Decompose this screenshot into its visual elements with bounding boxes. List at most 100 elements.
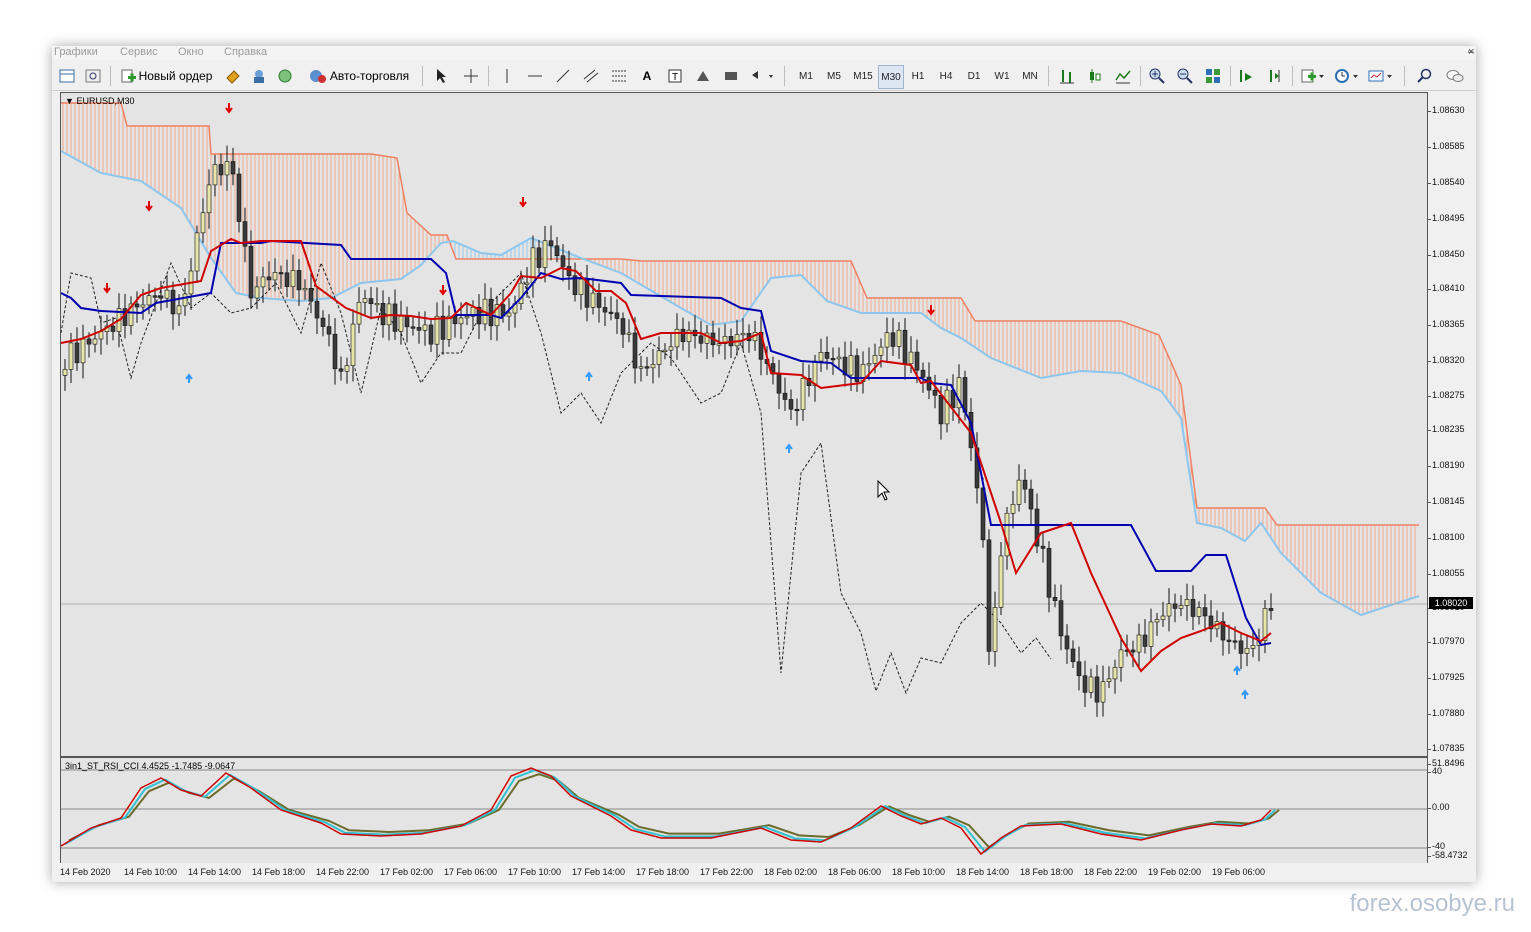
zoom-out-icon[interactable]: [1174, 65, 1196, 87]
time-tick: 18 Feb 22:00: [1084, 867, 1138, 877]
bull-candle: [164, 289, 170, 299]
bear-candle: [902, 329, 908, 365]
bull-candle: [374, 302, 380, 306]
bull-candle: [812, 360, 818, 386]
sell-arrow-icon: [439, 285, 447, 296]
bear-candle: [1268, 608, 1274, 611]
buy-arrow-icon: [585, 371, 593, 381]
time-tick: 19 Feb 02:00: [1148, 867, 1202, 877]
bull-candle: [818, 352, 824, 362]
bear-candle: [1190, 599, 1196, 617]
bull-candle: [1244, 647, 1250, 654]
channel-icon[interactable]: [580, 65, 602, 87]
bull-candle: [1118, 649, 1124, 668]
kijun-sen-line: [60, 239, 1272, 647]
bull-candle: [1178, 605, 1184, 609]
price-chart[interactable]: ▼ EURUSD,M30: [60, 92, 1428, 757]
chart-shift-icon[interactable]: [1264, 65, 1286, 87]
line-chart-icon[interactable]: [1112, 65, 1134, 87]
bear-candle: [1202, 607, 1208, 617]
terminal-icon[interactable]: [248, 65, 270, 87]
tf-m1[interactable]: M1: [794, 65, 818, 87]
bull-candle: [434, 315, 440, 345]
market-watch-icon[interactable]: [56, 65, 78, 87]
triangle-icon[interactable]: [692, 65, 714, 87]
tile-windows-icon[interactable]: [1202, 65, 1224, 87]
horizontal-line-icon[interactable]: [524, 65, 546, 87]
bear-candle: [440, 315, 446, 340]
time-scale[interactable]: 14 Feb 2020 14 Feb 10:00 14 Feb 14:00 14…: [52, 863, 1476, 881]
bear-candle: [1142, 634, 1148, 647]
indicators-dropdown-icon[interactable]: [1298, 65, 1328, 87]
signals-icon[interactable]: [274, 65, 296, 87]
tf-d1[interactable]: D1: [962, 65, 986, 87]
tf-m15[interactable]: M15: [850, 65, 876, 87]
navigator-icon[interactable]: [82, 65, 104, 87]
autoscroll-icon[interactable]: [1236, 65, 1258, 87]
tf-m30[interactable]: M30: [878, 65, 904, 89]
bull-candle: [398, 316, 404, 332]
price-tick: 1.08450: [1427, 249, 1465, 259]
metaeditor-icon[interactable]: [222, 65, 244, 87]
bull-candle: [884, 332, 890, 348]
chat-icon[interactable]: [1444, 65, 1466, 87]
menu-help[interactable]: Справка: [224, 46, 267, 58]
tf-h1[interactable]: H1: [906, 65, 930, 87]
time-tick: 14 Feb 10:00: [124, 867, 178, 877]
autotrading-icon: [309, 70, 326, 83]
close-icon[interactable]: ×: [1468, 46, 1476, 58]
autotrading-button[interactable]: Авто-торговля: [304, 65, 414, 87]
vertical-line-icon[interactable]: [496, 65, 518, 87]
bull-candle: [206, 184, 212, 214]
bull-candle: [422, 324, 428, 331]
text-label-icon[interactable]: T: [664, 65, 686, 87]
bear-candle: [536, 247, 542, 268]
search-icon[interactable]: [1414, 65, 1436, 87]
new-order-button[interactable]: Новый ордер: [116, 65, 216, 87]
bull-candle: [1112, 667, 1118, 680]
tf-mn[interactable]: MN: [1018, 65, 1042, 87]
price-tick: 1.08540: [1427, 177, 1465, 187]
candlestick-icon[interactable]: [1084, 65, 1106, 87]
periods-dropdown-icon[interactable]: [1332, 65, 1362, 87]
indicator-scale[interactable]: 51.8496 40 0.00 -40 -58.4732: [1426, 757, 1476, 863]
menu-charts[interactable]: Графики: [54, 46, 98, 58]
rsi-line: [64, 768, 1276, 854]
bear-candle: [890, 332, 896, 347]
bear-candle: [830, 358, 836, 361]
bear-candle: [614, 312, 620, 319]
bull-candle: [302, 288, 308, 291]
menu-window[interactable]: Окно: [178, 46, 204, 58]
tf-h4[interactable]: H4: [934, 65, 958, 87]
price-tick: 1.08365: [1427, 319, 1465, 329]
rectangle-icon[interactable]: [720, 65, 742, 87]
templates-dropdown-icon[interactable]: [1366, 65, 1396, 87]
bear-candle: [1082, 675, 1088, 693]
arrows-dropdown-icon[interactable]: [748, 65, 778, 87]
bear-candle: [452, 315, 458, 325]
fibonacci-icon[interactable]: [608, 65, 630, 87]
new-order-icon: [121, 69, 136, 83]
bear-candle: [602, 307, 608, 313]
price-tick: 1.07880: [1427, 708, 1465, 718]
menu-service[interactable]: Сервис: [120, 46, 158, 58]
bear-candle: [218, 164, 224, 176]
bear-candle: [278, 272, 284, 275]
bar-chart-icon[interactable]: [1056, 65, 1078, 87]
tf-m5[interactable]: M5: [822, 65, 846, 87]
trendline-icon[interactable]: [552, 65, 574, 87]
time-tick: 14 Feb 18:00: [252, 867, 306, 877]
bull-candle: [1088, 676, 1094, 693]
cursor-icon[interactable]: [430, 65, 452, 87]
chart-menu-triangle-icon[interactable]: ▼: [65, 96, 74, 106]
crosshair-icon[interactable]: [460, 65, 482, 87]
bull-candle: [800, 377, 806, 411]
price-scale[interactable]: 1.08630 1.08585 1.08540 1.08495 1.08450 …: [1427, 92, 1476, 755]
indicator-window[interactable]: 3in1_ST_RSI_CCI 4.4525 -1.7485 -9.0647: [60, 757, 1428, 865]
bull-candle: [1016, 479, 1022, 505]
bear-candle: [824, 352, 830, 359]
zoom-in-icon[interactable]: [1146, 65, 1168, 87]
tf-w1[interactable]: W1: [990, 65, 1014, 87]
bull-candle: [464, 316, 470, 319]
text-tool-icon[interactable]: A: [636, 65, 658, 87]
